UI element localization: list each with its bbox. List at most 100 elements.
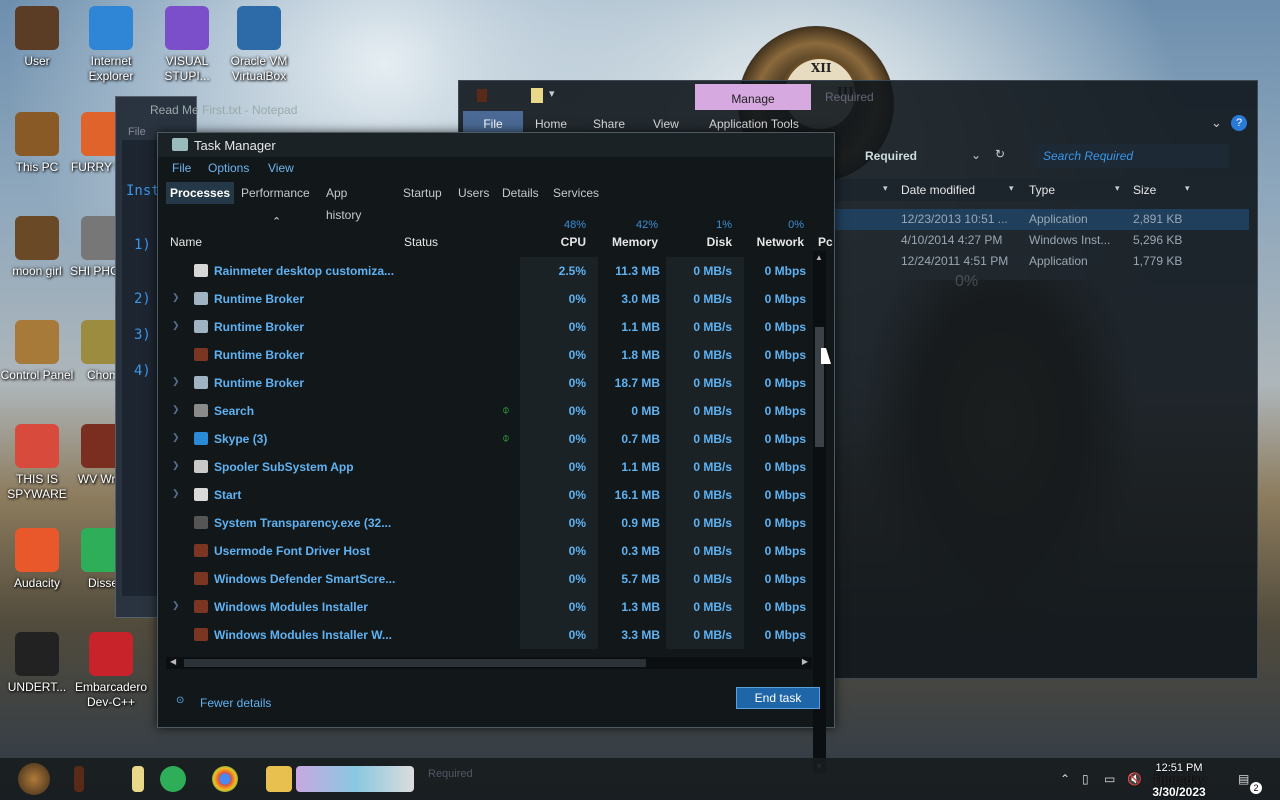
desktop-icon[interactable]: User: [0, 6, 74, 69]
tab-details[interactable]: Details: [498, 182, 543, 204]
column-disk[interactable]: Disk: [678, 235, 732, 249]
tray-chevron-icon[interactable]: ⌃: [1060, 772, 1070, 786]
desktop-icon[interactable]: Embarcadero Dev-C++: [74, 632, 148, 710]
process-row[interactable]: Rainmeter desktop customiza... 2.5% 11.3 M…: [166, 257, 812, 285]
quick-access-icon[interactable]: [477, 89, 487, 102]
fewer-details-link[interactable]: Fewer details: [200, 696, 271, 710]
process-row[interactable]: ❯ Runtime Broker 0% 18.7 MB 0 MB/s 0 Mbps: [166, 369, 812, 397]
network-icon[interactable]: ▭: [1104, 772, 1115, 786]
column-network[interactable]: Network: [748, 235, 804, 249]
process-row[interactable]: Windows Defender SmartScre... 0% 5.7 MB 0 M…: [166, 565, 812, 593]
desktop-icon[interactable]: UNDERT...: [0, 632, 74, 695]
expand-icon[interactable]: ❯: [172, 376, 180, 387]
column-dropdown-icon[interactable]: ▾: [1115, 183, 1120, 194]
tab-performance[interactable]: Performance: [237, 182, 314, 204]
process-row[interactable]: ❯ Skype (3) ⌽ 0% 0.7 MB 0 MB/s 0 Mbps: [166, 425, 812, 453]
ribbon-application-tools-tab[interactable]: Application Tools: [709, 117, 799, 131]
process-row[interactable]: Windows Modules Installer W... 0% 3.3 MB 0 …: [166, 621, 812, 649]
column-status[interactable]: Status: [404, 235, 438, 249]
desktop-icon[interactable]: THIS IS SPYWARE: [0, 424, 74, 502]
address-bar[interactable]: Required ⌄ ↻: [835, 144, 1015, 168]
expand-icon[interactable]: ❯: [172, 320, 180, 331]
horizontal-scrollbar[interactable]: ◀ ▶: [166, 657, 812, 669]
column-power[interactable]: Pc: [818, 235, 833, 249]
expand-icon[interactable]: ❯: [172, 292, 180, 303]
help-icon[interactable]: ?: [1231, 115, 1247, 131]
desktop-icon[interactable]: moon girl: [0, 216, 74, 279]
folder-icon[interactable]: [531, 88, 543, 103]
file-row[interactable]: 4/10/2014 4:27 PM Windows Inst... 5,296 …: [835, 230, 1249, 251]
customize-quick-access-icon[interactable]: ▾: [549, 87, 555, 100]
desktop-icon[interactable]: Control Panel: [0, 320, 74, 383]
process-row[interactable]: ❯ Search ⌽ 0% 0 MB 0 MB/s 0 Mbps: [166, 397, 812, 425]
menu-file[interactable]: File: [172, 161, 191, 175]
tab-services[interactable]: Services: [549, 182, 603, 204]
file-row[interactable]: 12/24/2011 4:51 PM Application 1,779 KB: [835, 251, 1249, 272]
ribbon-home-tab[interactable]: Home: [535, 117, 567, 131]
ribbon-share-tab[interactable]: Share: [593, 117, 625, 131]
desktop-icon-label: moon girl: [12, 264, 62, 278]
expand-icon[interactable]: ❯: [172, 432, 180, 443]
taskbar-folder-icon[interactable]: [132, 766, 144, 792]
task-manager-titlebar[interactable]: Task Manager: [158, 133, 834, 157]
end-task-button[interactable]: End task: [736, 687, 820, 709]
taskbar-chat-icon[interactable]: [160, 766, 186, 792]
notifications-icon[interactable]: ▤: [1238, 772, 1249, 786]
process-row[interactable]: Runtime Broker 0% 1.8 MB 0 MB/s 0 Mbps: [166, 341, 812, 369]
process-row[interactable]: ❯ Windows Modules Installer 0% 1.3 MB 0 MB/s…: [166, 593, 812, 621]
chevron-down-icon[interactable]: ⌄: [1211, 115, 1222, 131]
chrome-icon[interactable]: [212, 766, 238, 792]
column-name[interactable]: Name: [170, 235, 202, 249]
tab-processes[interactable]: Processes: [166, 182, 235, 204]
desktop-icon[interactable]: Internet Explorer: [74, 6, 148, 84]
taskbar-icon[interactable]: [74, 766, 84, 792]
tab-startup[interactable]: Startup: [399, 182, 446, 204]
process-row[interactable]: Usermode Font Driver Host 0% 0.3 MB 0 MB/s 0…: [166, 537, 812, 565]
expand-icon[interactable]: ❯: [172, 600, 180, 611]
desktop-icon[interactable]: This PC: [0, 112, 74, 175]
tray-device-icon[interactable]: ▯: [1082, 772, 1089, 786]
process-row[interactable]: ❯ Runtime Broker 0% 3.0 MB 0 MB/s 0 Mbps: [166, 285, 812, 313]
process-row[interactable]: System Transparency.exe (32... 0% 0.9 MB 0 …: [166, 509, 812, 537]
desktop-icon[interactable]: Audacity: [0, 528, 74, 591]
file-row[interactable]: 12/23/2013 10:51 ... Application 2,891 K…: [835, 209, 1249, 230]
column-size[interactable]: Size: [1133, 183, 1156, 197]
tab-users[interactable]: Users: [454, 182, 493, 204]
chevron-down-icon[interactable]: ⌄: [971, 148, 981, 162]
desktop-icon[interactable]: Oracle VM VirtualBox: [222, 6, 296, 84]
column-dropdown-icon[interactable]: ▾: [883, 183, 888, 194]
expand-icon[interactable]: ❯: [172, 488, 180, 499]
column-date-modified[interactable]: Date modified: [901, 183, 975, 197]
expand-icon[interactable]: ❯: [172, 404, 180, 415]
expand-icon[interactable]: ❯: [172, 460, 180, 471]
search-input[interactable]: Search Required: [1035, 144, 1229, 168]
column-dropdown-icon[interactable]: ▾: [1009, 183, 1014, 194]
desktop-icon[interactable]: VISUAL STUPI...: [150, 6, 224, 84]
chevron-up-icon[interactable]: ⊙: [176, 695, 184, 706]
column-type[interactable]: Type: [1029, 183, 1055, 197]
process-row[interactable]: ❯ Runtime Broker 0% 1.1 MB 0 MB/s 0 Mbps: [166, 313, 812, 341]
scroll-left-icon[interactable]: ◀: [170, 657, 176, 666]
system-clock[interactable]: 12:51 PM Thursday 3/30/2023: [1152, 762, 1206, 798]
tab-app-history[interactable]: App history: [322, 182, 365, 222]
volume-muted-icon[interactable]: 🔇: [1127, 772, 1142, 786]
menu-view[interactable]: View: [268, 161, 294, 175]
start-button[interactable]: [18, 763, 50, 795]
manage-tab[interactable]: Manage: [695, 84, 811, 110]
notepad-menu-file[interactable]: File: [128, 126, 146, 138]
task-manager-window[interactable]: Task Manager File Options View Processes…: [157, 132, 835, 773]
column-dropdown-icon[interactable]: ▾: [1185, 183, 1190, 194]
column-memory[interactable]: Memory: [598, 235, 658, 249]
process-row[interactable]: ❯ Start 0% 16.1 MB 0 MB/s 0 Mbps: [166, 481, 812, 509]
scroll-thumb[interactable]: [184, 659, 646, 667]
scroll-right-icon[interactable]: ▶: [802, 657, 808, 666]
process-row[interactable]: ❯ Spooler SubSystem App 0% 1.1 MB 0 MB/s 0 Mb…: [166, 453, 812, 481]
column-cpu[interactable]: CPU: [538, 235, 586, 249]
scroll-thumb[interactable]: [815, 327, 824, 447]
menu-options[interactable]: Options: [208, 161, 249, 175]
scroll-up-icon[interactable]: ▲: [815, 253, 823, 262]
taskbar-task-manager-thumb[interactable]: [296, 766, 414, 792]
ribbon-view-tab[interactable]: View: [653, 117, 679, 131]
refresh-icon[interactable]: ↻: [995, 147, 1005, 161]
file-explorer-icon[interactable]: [266, 766, 292, 792]
